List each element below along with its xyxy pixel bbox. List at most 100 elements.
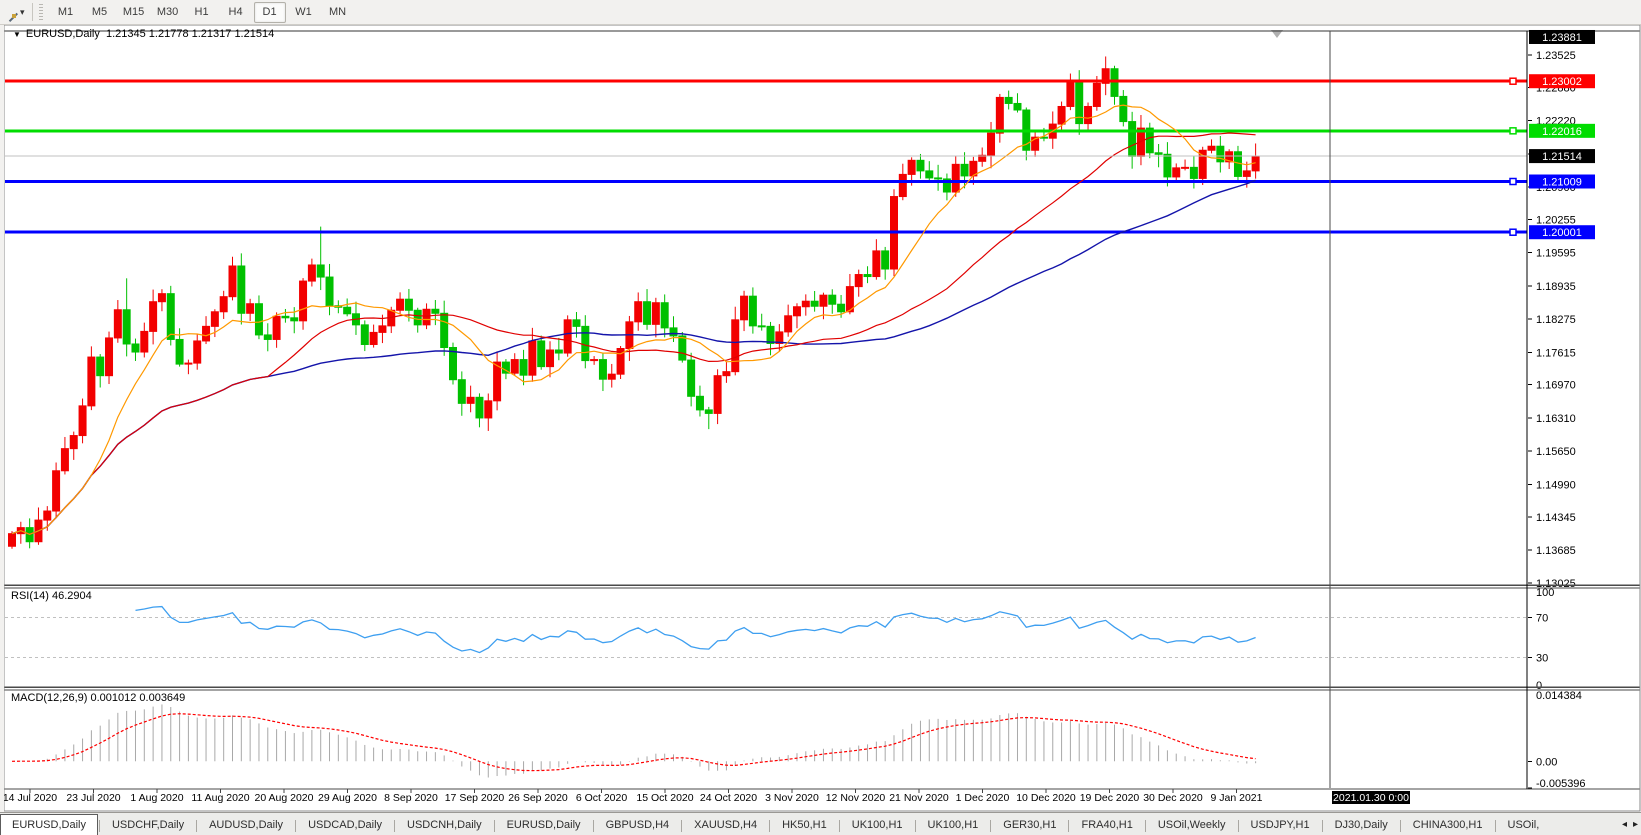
candle-body <box>379 326 386 333</box>
toolbar-grip-handle[interactable] <box>39 4 43 20</box>
candle-body <box>467 397 474 403</box>
time-tick-label: 10 Dec 2020 <box>1016 792 1076 804</box>
candle-body <box>635 302 642 322</box>
chart-tab-eurusd-daily[interactable]: EURUSD,Daily <box>0 814 98 835</box>
candle-body <box>899 174 906 196</box>
chevron-down-icon[interactable]: ▾ <box>20 7 25 18</box>
tab-divider <box>593 820 594 832</box>
candle-body <box>555 350 562 353</box>
candle-body <box>494 362 501 401</box>
candle-body <box>767 326 774 343</box>
toolbar: ▾ M1M5M15M30H1H4D1W1MN <box>0 0 1641 25</box>
chart-tab-usdchf-daily[interactable]: USDCHF,Daily <box>101 816 195 835</box>
timeframe-button-mn[interactable]: MN <box>322 2 354 23</box>
chart-tab-usoil-weekly[interactable]: USOil,Weekly <box>1147 816 1237 835</box>
candle-body <box>53 471 60 511</box>
candle-body <box>538 341 545 367</box>
candle-body <box>1014 103 1021 110</box>
candle-body <box>458 380 465 404</box>
candle-body <box>714 376 721 414</box>
time-tick-label: 9 Jan 2021 <box>1211 792 1263 804</box>
timeframe-button-h4[interactable]: H4 <box>220 2 252 23</box>
tab-divider <box>295 820 296 832</box>
macd-signal-line <box>12 714 1256 771</box>
time-tick-label: 3 Nov 2020 <box>765 792 819 804</box>
rsi-panel: 10070300 <box>5 587 1554 692</box>
candle-body <box>70 436 77 449</box>
horizontal-line-handle[interactable] <box>1510 229 1516 235</box>
timeframe-button-m5[interactable]: M5 <box>84 2 116 23</box>
time-tick-label: 19 Dec 2020 <box>1080 792 1140 804</box>
chart-tab-hk50-h1[interactable]: HK50,H1 <box>771 816 838 835</box>
horizontal-line-handle[interactable] <box>1510 128 1516 134</box>
top-price-badge: 1.23881 <box>1529 30 1595 44</box>
timeframe-button-d1[interactable]: D1 <box>254 2 286 23</box>
cursor-tool-icon[interactable] <box>2 4 18 20</box>
timeframe-button-m1[interactable]: M1 <box>50 2 82 23</box>
time-tick-label: 6 Oct 2020 <box>576 792 628 804</box>
time-tick-label: 12 Nov 2020 <box>826 792 886 804</box>
candle-body <box>785 316 792 332</box>
chart-tab-fra40-h1[interactable]: FRA40,H1 <box>1070 816 1143 835</box>
candle-body <box>97 357 104 376</box>
candle-body <box>749 296 756 326</box>
candle-body <box>397 299 404 310</box>
candle-body <box>432 309 439 313</box>
candle-body <box>644 302 651 325</box>
chart-window: 1.235251.228801.222201.215601.209001.202… <box>0 25 1641 812</box>
horizontal-line-handle[interactable] <box>1510 78 1516 84</box>
chart-tab-xauusd-h4[interactable]: XAUUSD,H4 <box>683 816 768 835</box>
timeframe-button-h1[interactable]: H1 <box>186 2 218 23</box>
candle-body <box>1129 122 1136 157</box>
candle-body <box>414 310 421 325</box>
price-tick-label: 1.13685 <box>1536 545 1576 557</box>
timeframe-button-w1[interactable]: W1 <box>288 2 320 23</box>
timeframe-button-m30[interactable]: M30 <box>152 2 184 23</box>
time-tick-label: 21 Nov 2020 <box>889 792 949 804</box>
candle-body <box>758 326 765 327</box>
candle-body <box>820 295 827 306</box>
candle-body <box>167 294 174 340</box>
ma-fast-line <box>12 105 1256 534</box>
date-badge-text: 2021.01.30 0:00 <box>1333 792 1409 804</box>
candle-body <box>864 275 871 277</box>
candle-body <box>150 302 157 332</box>
chart-tab-usdjpy-h1[interactable]: USDJPY,H1 <box>1240 816 1321 835</box>
chart-tab-audusd-daily[interactable]: AUDUSD,Daily <box>198 816 294 835</box>
chart-tab-dj30-daily[interactable]: DJ30,Daily <box>1324 816 1399 835</box>
candle-body <box>564 320 571 353</box>
candle-body <box>476 397 483 418</box>
chart-canvas[interactable]: 1.235251.228801.222201.215601.209001.202… <box>0 25 1641 812</box>
time-tick-label: 15 Oct 2020 <box>636 792 693 804</box>
candle-body <box>291 318 298 321</box>
chart-tab-uk100-h1[interactable]: UK100,H1 <box>841 816 914 835</box>
chart-tab-usoil-[interactable]: USOil, <box>1497 816 1551 835</box>
tab-scroll-right-icon[interactable]: ▸ <box>1630 815 1641 835</box>
candle-body <box>247 304 254 314</box>
chart-tab-gbpusd-h4[interactable]: GBPUSD,H4 <box>595 816 681 835</box>
hline-price-badge: 1.23002 <box>1529 74 1595 88</box>
chart-tab-usdcad-daily[interactable]: USDCAD,Daily <box>297 816 393 835</box>
chart-tab-eurusd-daily[interactable]: EURUSD,Daily <box>496 816 592 835</box>
collapse-triangle-icon[interactable]: ▼ <box>13 30 21 39</box>
candle-body <box>194 341 201 363</box>
price-tick-label: 1.20255 <box>1536 214 1576 226</box>
chart-tab-usdcnh-daily[interactable]: USDCNH,Daily <box>396 816 493 835</box>
horizontal-line-handle[interactable] <box>1510 179 1516 185</box>
chart-tab-uk100-h1[interactable]: UK100,H1 <box>917 816 990 835</box>
timeframe-button-m15[interactable]: M15 <box>118 2 150 23</box>
hline-price-badge: 1.20001 <box>1529 225 1595 239</box>
candle-body <box>1190 167 1197 178</box>
candle-body <box>829 295 836 304</box>
time-tick-label: 20 Aug 2020 <box>255 792 314 804</box>
candle-body <box>123 310 130 344</box>
current-price-badge: 1.21514 <box>1529 149 1595 163</box>
chart-tab-china300-h1[interactable]: CHINA300,H1 <box>1402 816 1494 835</box>
chart-tab-ger30-h1[interactable]: GER30,H1 <box>992 816 1067 835</box>
price-tick-label: 1.14345 <box>1536 512 1576 524</box>
candle-body <box>405 299 412 310</box>
tab-divider <box>681 820 682 832</box>
candle-body <box>141 331 148 352</box>
candle-body <box>211 312 218 327</box>
tab-scroll-left-icon[interactable]: ◂ <box>1619 815 1630 835</box>
